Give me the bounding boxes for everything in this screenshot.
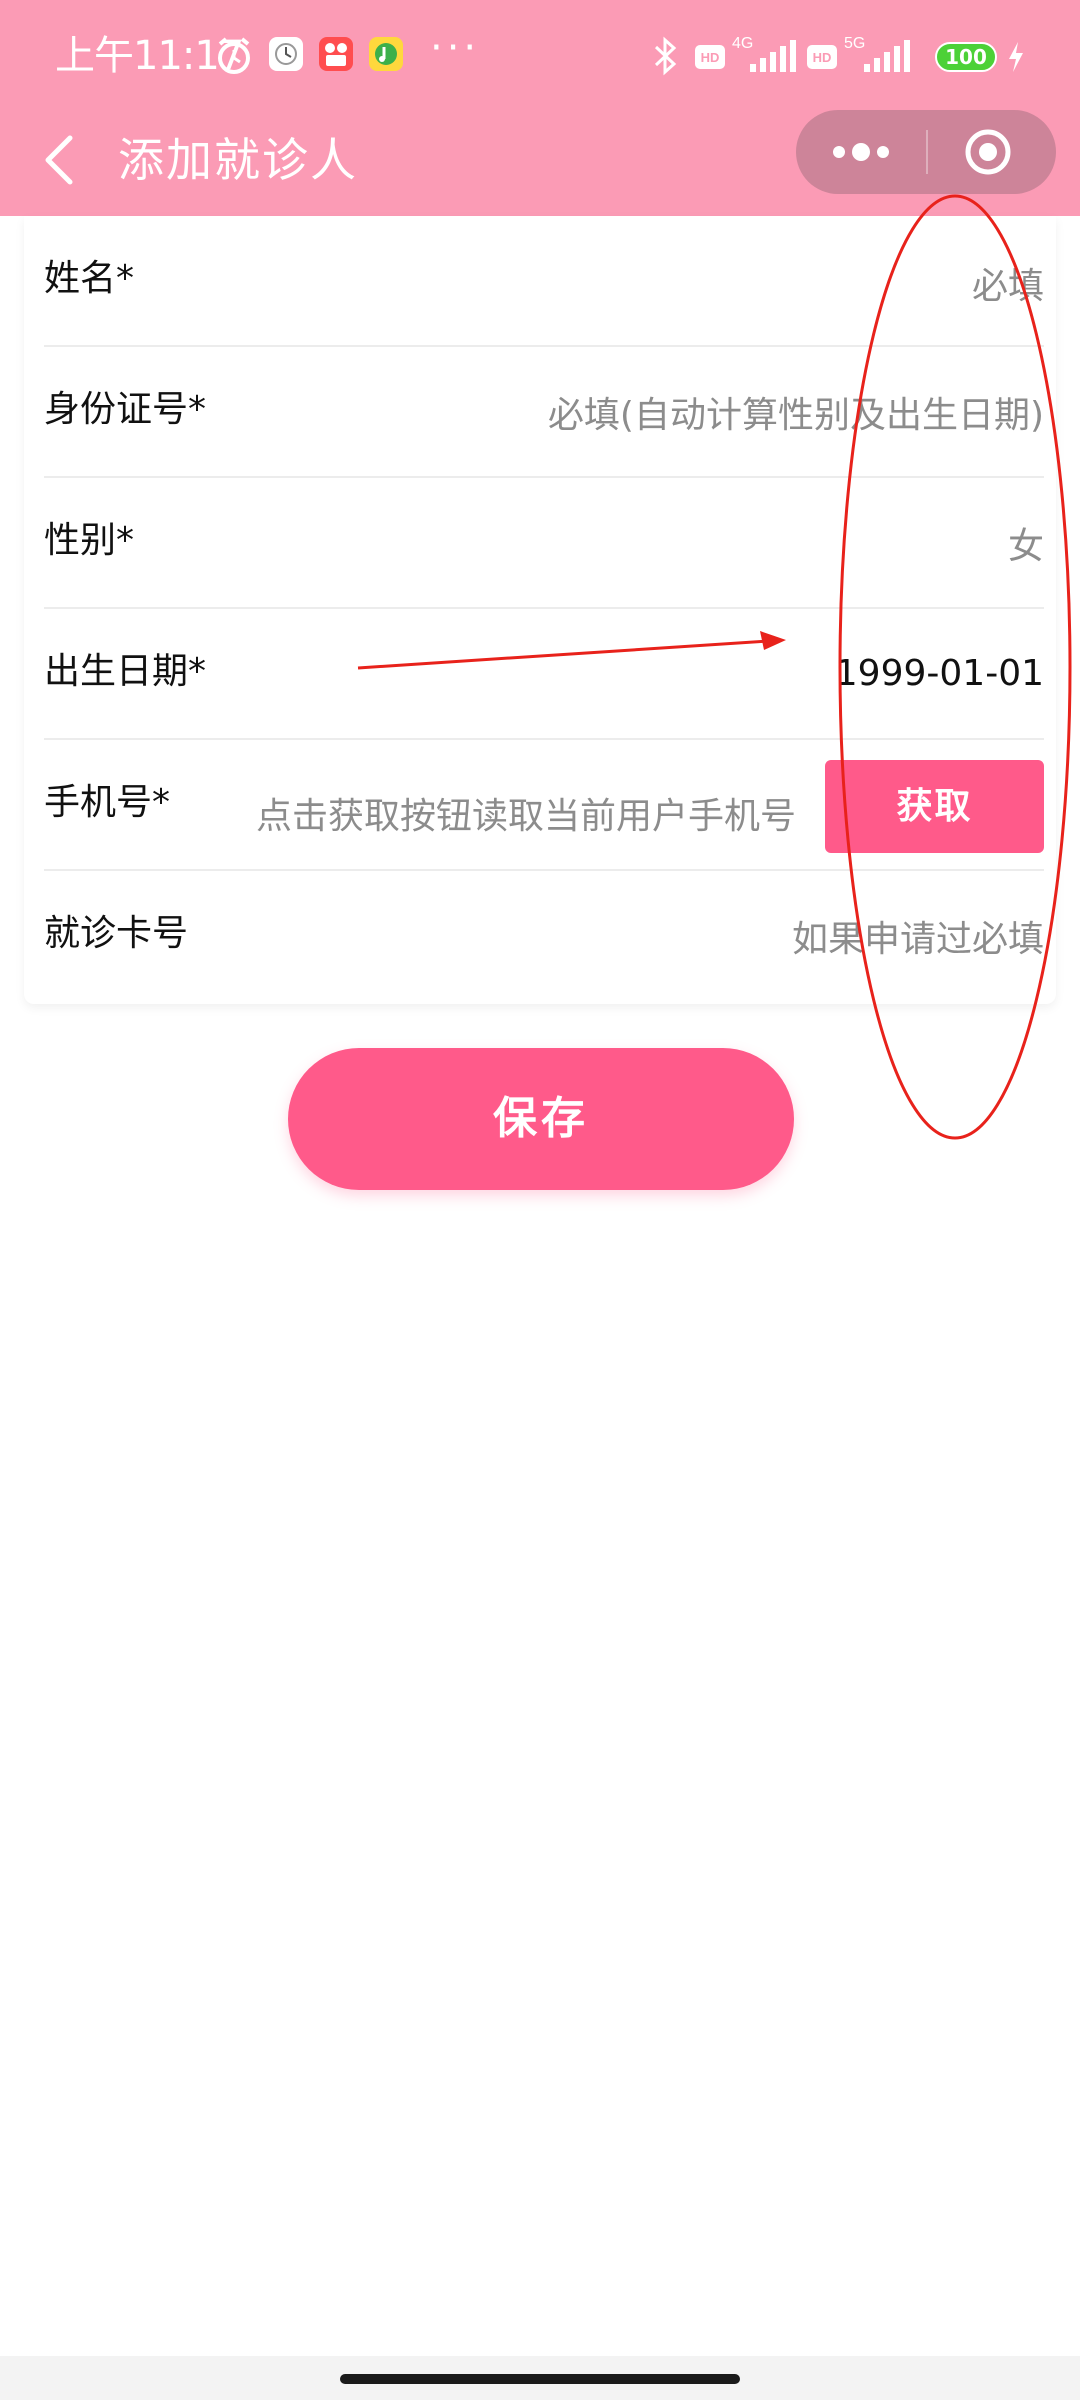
svg-text:HD: HD [813,50,832,65]
mini-program-capsule [796,110,1056,194]
name-input[interactable]: 必填 [972,262,1044,312]
phone-label: 手机号* [44,782,171,823]
gender-label: 性别* [44,520,135,561]
id-number-input[interactable]: 必填(自动计算性别及出生日期) [548,391,1044,441]
nav-bar: 添加就诊人 [0,110,1080,216]
bluetooth-icon [654,36,677,76]
gender-picker[interactable]: 女 [1008,522,1044,572]
page-title: 添加就诊人 [118,133,358,187]
phone-input[interactable]: 点击获取按钮读取当前用户手机号 [256,792,796,842]
more-dots-icon[interactable] [796,110,926,194]
form-row-name[interactable]: 姓名* 必填 [44,216,1044,347]
target-close-icon[interactable] [928,110,1056,194]
chevron-left-icon[interactable] [36,124,86,194]
hd-icon: HD [807,45,837,69]
get-phone-button[interactable]: 获取 [825,760,1044,853]
id-number-label: 身份证号* [44,389,207,430]
alarm-icon [218,37,250,74]
save-button[interactable]: 保存 [288,1048,794,1190]
gesture-bar-area [0,2356,1080,2400]
more-notifications-icon: ··· [430,25,481,71]
signal-4g-icon: 4G [732,35,796,72]
video-app-icon [319,37,353,71]
clock-app-icon [269,37,303,71]
form-row-birth-date[interactable]: 出生日期* 1999-01-01 [44,609,1044,740]
music-app-icon [369,37,403,71]
form-row-card-number[interactable]: 就诊卡号 如果申请过必填 [44,871,1044,1002]
name-label: 姓名* [44,258,135,299]
form-row-phone: 手机号* 点击获取按钮读取当前用户手机号 获取 [44,740,1044,871]
birth-date-picker[interactable]: 1999-01-01 [835,649,1044,699]
hd-icon: HD [695,45,725,69]
form-row-gender[interactable]: 性别* 女 [44,478,1044,609]
header: 上午11:17 ··· HD 4G HD 5G 100 添加就诊人 [0,0,1080,216]
card-number-input[interactable]: 如果申请过必填 [792,915,1044,965]
charging-icon [1009,42,1023,72]
form-row-id-number[interactable]: 身份证号* 必填(自动计算性别及出生日期) [44,347,1044,478]
svg-text:4G: 4G [732,35,753,52]
card-number-label: 就诊卡号 [44,913,189,954]
patient-form: 姓名* 必填 身份证号* 必填(自动计算性别及出生日期) 性别* 女 出生日期*… [24,216,1056,1004]
status-bar: 上午11:17 ··· HD 4G HD 5G 100 [0,0,1080,110]
signal-5g-icon: 5G [844,35,910,72]
birth-date-label: 出生日期* [44,651,207,692]
battery-icon: 100 [935,42,997,72]
home-indicator[interactable] [340,2374,740,2384]
svg-text:HD: HD [701,50,720,65]
svg-text:5G: 5G [844,35,865,52]
